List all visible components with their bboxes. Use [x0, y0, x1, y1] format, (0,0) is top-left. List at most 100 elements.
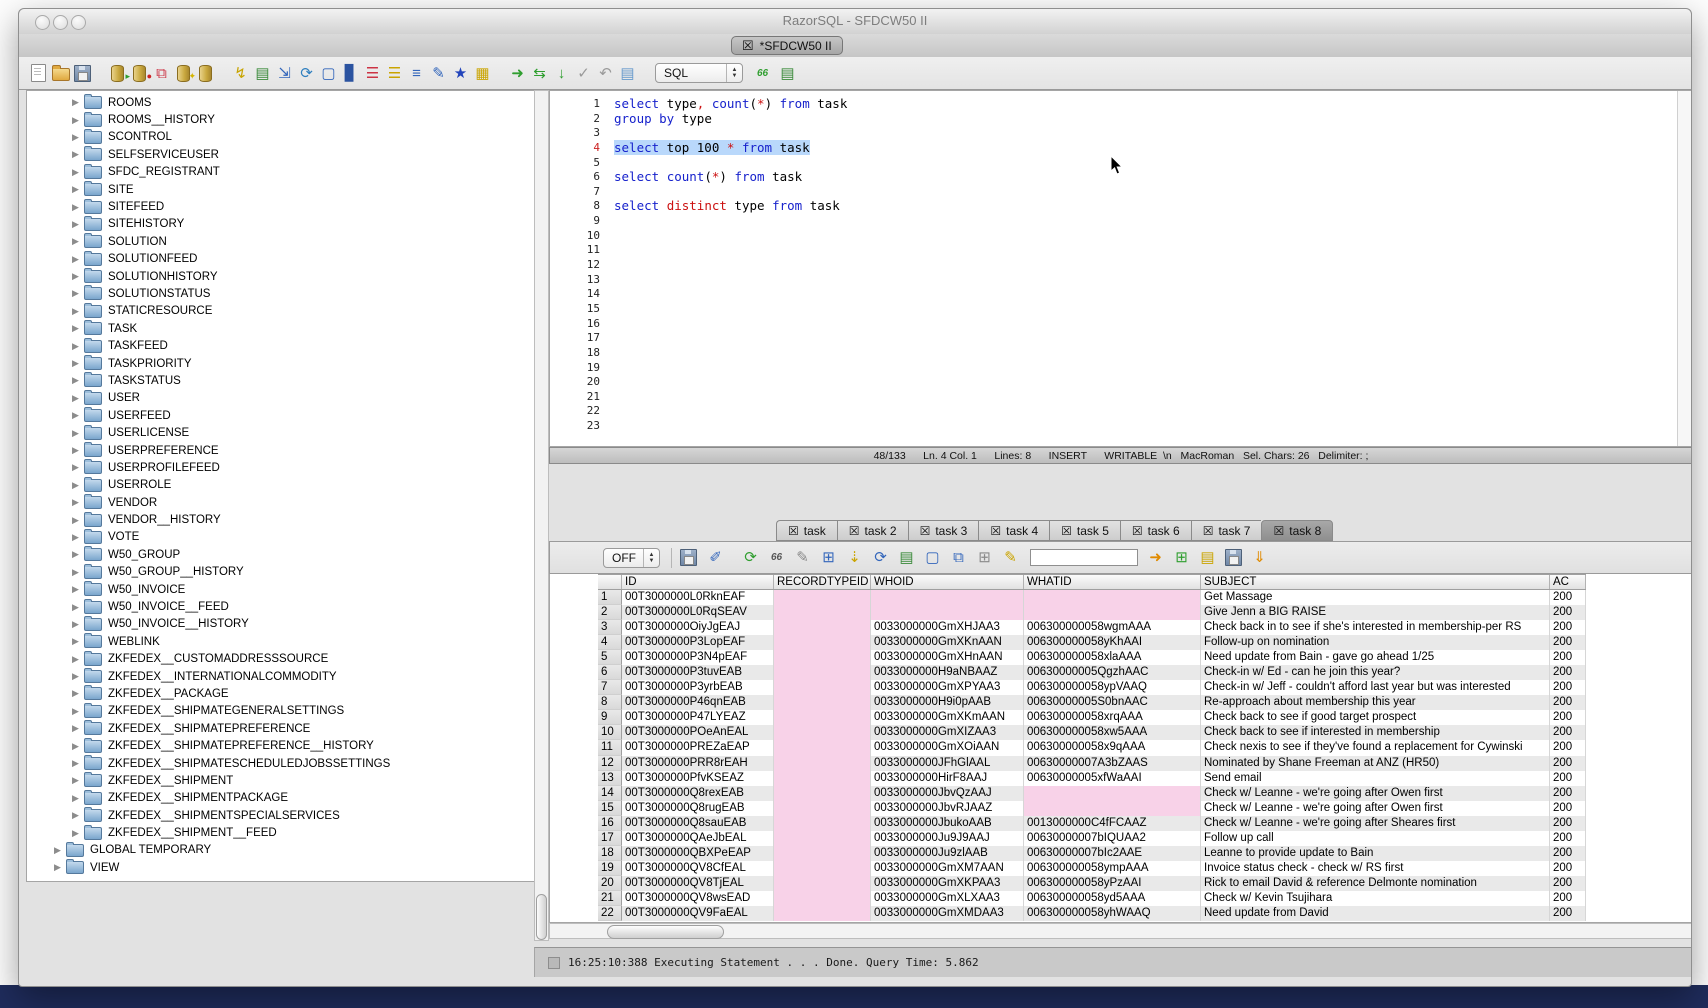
cell-id[interactable]: 00T3000000L0RknEAF — [622, 590, 774, 605]
disclosure-triangle-icon[interactable]: ▶ — [70, 497, 81, 508]
document-tab[interactable]: ☒ *SFDCW50 II — [731, 36, 843, 55]
cell-subject[interactable]: Check back in to see if she's interested… — [1201, 620, 1550, 635]
cell-subject[interactable]: Check-in w/ Ed - can he join this year? — [1201, 665, 1550, 680]
disclosure-triangle-icon[interactable]: ▶ — [70, 149, 81, 160]
cell-num[interactable]: 16 — [598, 816, 622, 831]
cell-whoid[interactable]: 0033000000GmXKPAA3 — [871, 876, 1024, 891]
sort-down-icon[interactable]: ⇣ — [845, 548, 864, 567]
cell-ac[interactable]: 200 — [1550, 906, 1586, 921]
cell-id[interactable]: 00T3000000P3N4pEAF — [622, 650, 774, 665]
code-line[interactable] — [614, 126, 1676, 141]
save-icon[interactable] — [73, 64, 92, 83]
cell-ac[interactable]: 200 — [1550, 680, 1586, 695]
cell-recordtypeid[interactable] — [774, 876, 871, 891]
cell-whatid[interactable]: 00630000007bIc2AAE — [1024, 846, 1201, 861]
cell-id[interactable]: 00T3000000QV9FaEAL — [622, 906, 774, 921]
page-icon[interactable]: ▢ — [319, 64, 338, 83]
cell-id[interactable]: 00T3000000OiyJgEAJ — [622, 620, 774, 635]
cell-whatid[interactable] — [1024, 786, 1201, 801]
tree-item-zkfedex__shipmatepreference[interactable]: ▶ZKFEDEX__SHIPMATEPREFERENCE — [27, 720, 534, 737]
cell-num[interactable]: 13 — [598, 771, 622, 786]
cell-whatid[interactable]: 006300000058xw5AAA — [1024, 725, 1201, 740]
disclosure-triangle-icon[interactable]: ▶ — [70, 97, 81, 108]
cell-num[interactable]: 4 — [598, 635, 622, 650]
tree-item-userlicense[interactable]: ▶USERLICENSE — [27, 424, 534, 441]
close-tab-icon[interactable]: ☒ — [788, 524, 799, 538]
table-row[interactable]: 100T3000000L0RknEAFGet Massage200 — [598, 590, 1586, 605]
tree-item-userprofilefeed[interactable]: ▶USERPROFILEFEED — [27, 459, 534, 476]
cell-recordtypeid[interactable] — [774, 620, 871, 635]
commit-check-icon[interactable]: ✓ — [574, 64, 593, 83]
result-tab-task-7[interactable]: ☒task 7 — [1191, 520, 1262, 541]
tree-item-user[interactable]: ▶USER — [27, 390, 534, 407]
results-horizontal-scrollbar[interactable] — [549, 923, 1692, 939]
table-row[interactable]: 1700T3000000QAeJbEAL0033000000Ju9J9AAJ00… — [598, 831, 1586, 846]
cell-id[interactable]: 00T3000000QV8TjEAL — [622, 876, 774, 891]
edit-cell-icon[interactable]: ✎ — [793, 548, 812, 567]
tree-item-w50_group__history[interactable]: ▶W50_GROUP__HISTORY — [27, 564, 534, 581]
cell-recordtypeid[interactable] — [774, 801, 871, 816]
cell-num[interactable]: 2 — [598, 605, 622, 620]
code-line[interactable]: select distinct type from task — [614, 199, 1676, 214]
disclosure-triangle-icon[interactable]: ▶ — [70, 393, 81, 404]
code-line[interactable] — [614, 229, 1676, 244]
cell-num[interactable]: 10 — [598, 725, 622, 740]
fetch-down-icon[interactable]: ↓ — [552, 64, 571, 83]
refresh-swap-icon[interactable]: ⇆ — [530, 64, 549, 83]
cell-ac[interactable]: 200 — [1550, 801, 1586, 816]
cell-recordtypeid[interactable] — [774, 771, 871, 786]
tree-item-rooms__history[interactable]: ▶ROOMS__HISTORY — [27, 111, 534, 128]
cell-id[interactable]: 00T3000000Q8rugEAB — [622, 801, 774, 816]
cell-ac[interactable]: 200 — [1550, 620, 1586, 635]
book-icon[interactable]: ▊ — [341, 64, 360, 83]
disclosure-triangle-icon[interactable]: ▶ — [70, 132, 81, 143]
cell-whoid[interactable]: 0033000000H9i0pAAB — [871, 695, 1024, 710]
cell-subject[interactable]: Need update from Bain - gave go ahead 1/… — [1201, 650, 1550, 665]
disclosure-triangle-icon[interactable]: ▶ — [70, 358, 81, 369]
stepper-arrows-icon[interactable]: ▲▼ — [643, 549, 659, 567]
cell-id[interactable]: 00T3000000Q8rexEAB — [622, 786, 774, 801]
cell-whatid[interactable] — [1024, 605, 1201, 620]
disclosure-triangle-icon[interactable]: ▶ — [70, 515, 81, 526]
cell-whoid[interactable]: 0033000000GmXLXAA3 — [871, 891, 1024, 906]
cell-num[interactable]: 6 — [598, 665, 622, 680]
tree-item-site[interactable]: ▶SITE — [27, 181, 534, 198]
tree-item-view[interactable]: ▶VIEW — [27, 859, 534, 876]
table-row[interactable]: 2200T3000000QV9FaEAL0033000000GmXMDAA300… — [598, 906, 1586, 921]
disclosure-triangle-icon[interactable]: ▶ — [70, 341, 81, 352]
cell-whoid[interactable]: 0033000000JbvRJAAZ — [871, 801, 1024, 816]
tree-item-taskstatus[interactable]: ▶TASKSTATUS — [27, 372, 534, 389]
disclosure-triangle-icon[interactable]: ▶ — [70, 410, 81, 421]
code-line[interactable]: select top 100 * from task — [614, 141, 1676, 156]
cell-whatid[interactable]: 006300000058wgmAAA — [1024, 620, 1201, 635]
tree-item-taskfeed[interactable]: ▶TASKFEED — [27, 337, 534, 354]
cell-whoid[interactable]: 0033000000Ju9zlAAB — [871, 846, 1024, 861]
cell-ac[interactable]: 200 — [1550, 771, 1586, 786]
disclosure-triangle-icon[interactable]: ▶ — [70, 602, 81, 613]
results-hscroll-thumb[interactable] — [607, 925, 724, 939]
table-row[interactable]: 700T3000000P3yrbEAB0033000000GmXPYAA3006… — [598, 680, 1586, 695]
cell-whoid[interactable] — [871, 605, 1024, 620]
cell-num[interactable]: 1 — [598, 590, 622, 605]
cell-whatid[interactable] — [1024, 590, 1201, 605]
cell-whatid[interactable]: 006300000058yKhAAI — [1024, 635, 1201, 650]
cell-whoid[interactable]: 0033000000H9aNBAAZ — [871, 665, 1024, 680]
code-line[interactable] — [614, 185, 1676, 200]
result-tab-task-8[interactable]: ☒task 8 — [1261, 520, 1333, 541]
cell-whatid[interactable]: 00630000007bIQUAA2 — [1024, 831, 1201, 846]
disclosure-triangle-icon[interactable]: ▶ — [70, 271, 81, 282]
code-line[interactable]: group by type — [614, 112, 1676, 127]
cell-whoid[interactable]: 0033000000GmXOiAAN — [871, 740, 1024, 755]
tree-item-sitehistory[interactable]: ▶SITEHISTORY — [27, 216, 534, 233]
save-grid-icon[interactable] — [1224, 548, 1243, 567]
tree-item-solutionfeed[interactable]: ▶SOLUTIONFEED — [27, 251, 534, 268]
disclosure-triangle-icon[interactable]: ▶ — [70, 532, 81, 543]
search-go-icon[interactable]: ➜ — [1146, 548, 1165, 567]
cell-recordtypeid[interactable] — [774, 891, 871, 906]
tree-item-zkfedex__shipmategeneralsettings[interactable]: ▶ZKFEDEX__SHIPMATEGENERALSETTINGS — [27, 703, 534, 720]
disclosure-triangle-icon[interactable]: ▶ — [70, 219, 81, 230]
disclosure-triangle-icon[interactable]: ▶ — [70, 254, 81, 265]
code-line[interactable] — [614, 346, 1676, 361]
tree-item-userfeed[interactable]: ▶USERFEED — [27, 407, 534, 424]
disclosure-triangle-icon[interactable]: ▶ — [70, 584, 81, 595]
